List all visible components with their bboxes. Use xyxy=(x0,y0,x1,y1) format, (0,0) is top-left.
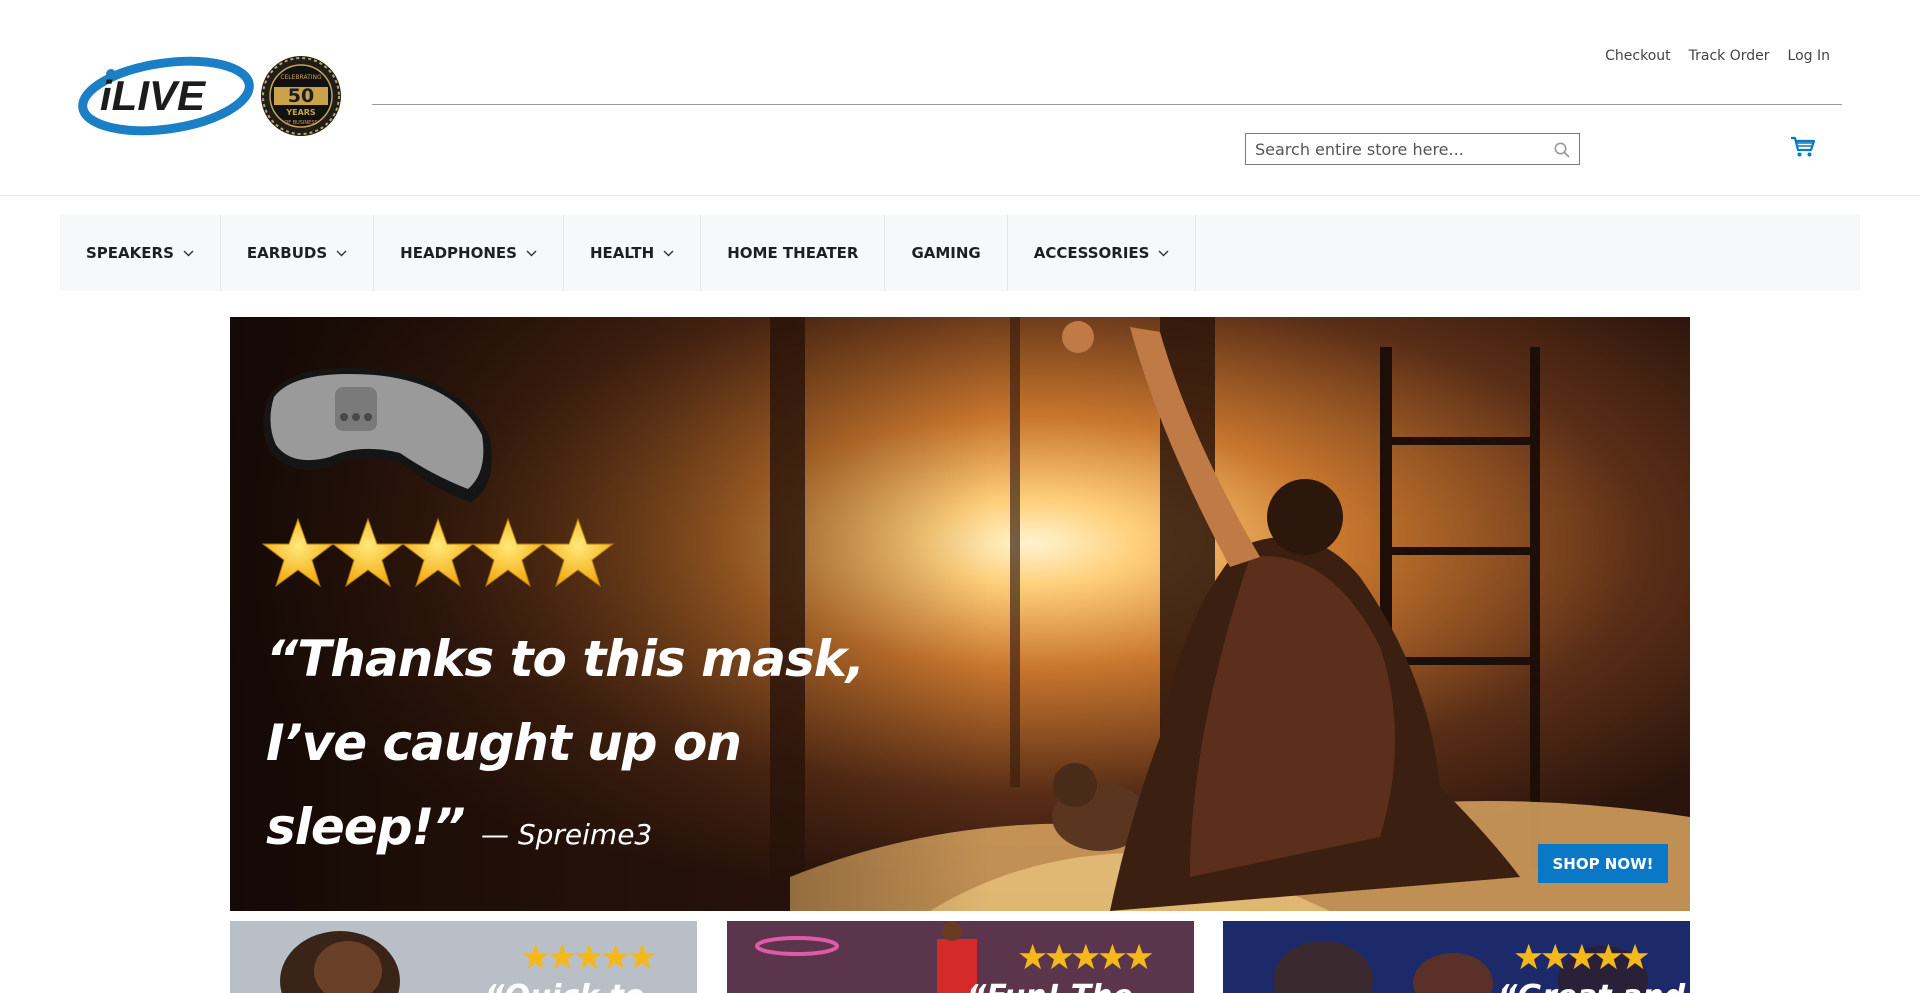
search-input[interactable] xyxy=(1246,134,1546,164)
checkout-link[interactable]: Checkout xyxy=(1605,48,1671,64)
star-icon xyxy=(331,517,405,588)
svg-text:iLIVE: iLIVE xyxy=(100,72,207,119)
five-star-rating xyxy=(262,517,615,588)
star-icon xyxy=(262,517,335,588)
nav-item-home-theater[interactable]: HOME THEATER xyxy=(701,215,886,291)
shop-now-button[interactable]: SHOP NOW! xyxy=(1538,844,1668,883)
promo-quote: “Fun! The xyxy=(967,979,1133,993)
svg-text:OF BUSINESS: OF BUSINESS xyxy=(284,120,317,126)
svg-text:CELEBRATING: CELEBRATING xyxy=(280,74,322,81)
svg-text:YEARS: YEARS xyxy=(285,108,316,117)
chevron-down-icon xyxy=(526,250,537,256)
top-links: Checkout Track Order Log In xyxy=(1605,48,1830,64)
anniversary-badge: CELEBRATING 50 YEARS OF BUSINESS xyxy=(260,55,342,137)
chevron-down-icon xyxy=(336,250,347,256)
track-order-link[interactable]: Track Order xyxy=(1689,48,1770,64)
star-icon xyxy=(471,517,545,588)
search-icon[interactable] xyxy=(1553,141,1571,159)
nav-item-label: GAMING xyxy=(911,244,981,262)
chevron-down-icon xyxy=(183,250,194,256)
star-icon xyxy=(401,517,475,588)
hero-banner[interactable]: “Thanks to this mask, I’ve caught up on … xyxy=(230,317,1690,911)
promo-tile-1[interactable]: “Quick to xyxy=(230,921,697,993)
nav-item-label: HEALTH xyxy=(589,244,655,262)
cart-icon[interactable] xyxy=(1790,135,1816,159)
nav-item-headphones[interactable]: HEADPHONES xyxy=(374,215,564,291)
search-form xyxy=(1245,133,1580,165)
chevron-down-icon xyxy=(1158,250,1169,256)
star-icon xyxy=(541,517,615,588)
quote-line-end: sleep!” xyxy=(266,798,466,856)
chevron-down-icon xyxy=(663,250,674,256)
quote-line: I’ve caught up on xyxy=(266,714,742,772)
header-divider xyxy=(372,104,1842,105)
quote-author: — Spreime3 xyxy=(480,818,653,851)
nav-item-label: SPEAKERS xyxy=(86,244,174,262)
nav-item-accessories[interactable]: ACCESSORIES xyxy=(1008,215,1197,291)
promo-quote: “Great and xyxy=(1498,979,1685,993)
nav-item-health[interactable]: HEALTH xyxy=(564,215,702,291)
main-nav: SPEAKERS EARBUDS HEADPHONES HEALTH HOME … xyxy=(60,215,1860,291)
nav-item-speakers[interactable]: SPEAKERS xyxy=(60,215,221,291)
promo-quote: “Quick to xyxy=(485,979,645,993)
hero-testimonial: “Thanks to this mask, I’ve caught up on … xyxy=(266,617,866,877)
nav-item-label: ACCESSORIES xyxy=(1033,244,1150,262)
nav-item-label: HEADPHONES xyxy=(400,244,517,262)
promo-tile-3[interactable]: “Great and xyxy=(1223,921,1690,993)
quote-line: sleep!” — Spreime3 xyxy=(266,785,866,877)
login-link[interactable]: Log In xyxy=(1788,48,1830,64)
quote-line: “Thanks to this mask, xyxy=(266,630,865,688)
nav-item-earbuds[interactable]: EARBUDS xyxy=(221,215,375,291)
site-header: iLIVE CELEBRATING 50 YEARS OF BUSINESS C… xyxy=(0,0,1920,196)
ilive-logo[interactable]: iLIVE xyxy=(78,54,256,138)
nav-item-gaming[interactable]: GAMING xyxy=(885,215,1008,291)
promo-tile-2[interactable]: “Fun! The xyxy=(727,921,1194,993)
nav-item-label: EARBUDS xyxy=(246,244,328,262)
svg-text:50: 50 xyxy=(288,85,314,107)
nav-item-label: HOME THEATER xyxy=(727,244,859,262)
